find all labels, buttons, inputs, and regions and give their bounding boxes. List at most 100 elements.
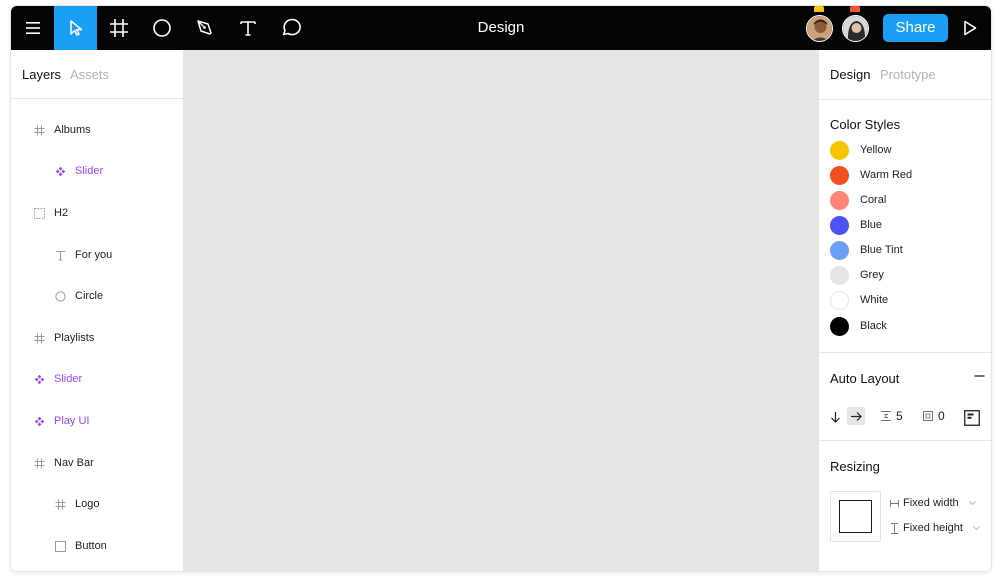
color-swatch: [830, 190, 849, 210]
color-style-label: Grey: [860, 269, 884, 281]
tab-layers[interactable]: Layers: [22, 67, 61, 82]
toolbar: Design Share: [11, 6, 991, 50]
presence-indicator: [850, 6, 860, 12]
ellipse-icon: [54, 290, 66, 302]
color-style-label: Blue: [860, 219, 883, 231]
layer-label: For you: [75, 249, 113, 261]
layer-label: Button: [75, 540, 107, 552]
padding-value: 0: [938, 409, 945, 423]
frame-icon[interactable]: [97, 6, 140, 50]
spacing-control[interactable]: 5: [880, 409, 903, 423]
resize-width-dropdown[interactable]: Fixed width: [890, 495, 976, 511]
layer-item[interactable]: Playlists: [33, 328, 94, 348]
resizing-title: Resizing: [830, 459, 880, 474]
layer-item[interactable]: For you: [54, 245, 112, 265]
component-icon: [33, 415, 45, 427]
comment-icon[interactable]: [269, 6, 312, 50]
resizing-preview: [830, 491, 881, 542]
color-style-label: Yellow: [860, 144, 892, 156]
color-style-label: Coral: [860, 194, 887, 206]
file-title: Design: [477, 19, 525, 36]
color-style-item[interactable]: Coral: [830, 190, 886, 210]
menu-icon[interactable]: [11, 6, 54, 50]
color-style-label: Warm Red: [860, 169, 913, 181]
rectangle-icon: [54, 540, 66, 552]
layer-label: Slider: [75, 165, 104, 177]
frame-icon: [33, 332, 45, 344]
color-style-item[interactable]: Yellow: [830, 140, 891, 160]
text-icon[interactable]: [226, 6, 269, 50]
alignment-icon[interactable]: [964, 410, 980, 426]
presence-indicator: [814, 6, 824, 12]
left-panel-tabs: Layers Assets: [11, 50, 183, 99]
pen-icon[interactable]: [183, 6, 226, 50]
resize-height-label: Fixed height: [903, 522, 963, 534]
color-swatch: [830, 265, 849, 285]
layer-item[interactable]: Albums: [33, 120, 91, 140]
color-style-item[interactable]: Blue: [830, 215, 882, 235]
direction-horizontal-icon[interactable]: [847, 407, 865, 425]
layer-item[interactable]: Circle: [54, 286, 103, 306]
color-swatch: [830, 165, 849, 185]
color-style-item[interactable]: White: [830, 290, 888, 310]
layer-label: H2: [54, 207, 69, 219]
design-canvas[interactable]: [184, 50, 818, 571]
layer-label: Playlists: [54, 332, 95, 344]
layer-label: Play UI: [54, 415, 90, 427]
text-icon: [54, 249, 66, 261]
tab-assets[interactable]: Assets: [70, 67, 109, 82]
layers-panel: Layers Assets Albums Slider H2 For you C…: [11, 50, 184, 571]
chevron-down-icon: [973, 525, 980, 531]
resize-width-label: Fixed width: [903, 497, 959, 509]
color-styles-title: Color Styles: [830, 117, 901, 132]
direction-vertical-icon[interactable]: [830, 411, 841, 423]
layer-label: Logo: [75, 498, 100, 510]
color-style-item[interactable]: Grey: [830, 265, 884, 285]
group-icon: [33, 207, 45, 219]
layer-item[interactable]: Play UI: [33, 411, 89, 431]
layer-item[interactable]: H2: [33, 203, 68, 223]
divider: [819, 352, 991, 353]
frame-icon: [33, 124, 45, 136]
padding-icon: [922, 410, 934, 422]
spacing-icon: [880, 410, 892, 422]
color-swatch: [830, 215, 849, 235]
layer-label: Circle: [75, 290, 104, 302]
layer-label: Slider: [54, 373, 83, 385]
color-style-item[interactable]: Blue Tint: [830, 240, 903, 260]
color-style-label: Blue Tint: [860, 244, 903, 256]
color-swatch: [830, 316, 849, 336]
component-icon: [54, 165, 66, 177]
layer-label: Albums: [54, 124, 91, 136]
chevron-down-icon: [968, 500, 976, 506]
color-style-label: White: [860, 294, 889, 306]
properties-panel: Design Prototype Color Styles Yellow War…: [818, 50, 991, 571]
move-cursor-icon[interactable]: [54, 6, 97, 50]
ellipse-icon[interactable]: [140, 6, 183, 50]
layer-item[interactable]: Nav Bar: [33, 453, 94, 473]
divider: [819, 99, 991, 100]
remove-auto-layout-icon[interactable]: [974, 370, 985, 382]
share-button[interactable]: Share: [883, 14, 948, 42]
layer-item[interactable]: Slider: [54, 161, 103, 181]
auto-layout-title: Auto Layout: [830, 371, 900, 386]
color-swatch: [830, 140, 849, 160]
padding-control[interactable]: 0: [922, 409, 945, 423]
horizontal-resize-icon: [890, 499, 899, 508]
layer-item[interactable]: Slider: [33, 369, 82, 389]
avatar[interactable]: [842, 15, 869, 42]
color-swatch: [830, 240, 849, 260]
color-style-item[interactable]: Black: [830, 316, 887, 336]
color-style-item[interactable]: Warm Red: [830, 165, 912, 185]
divider: [819, 440, 991, 441]
component-icon: [33, 373, 45, 385]
vertical-resize-icon: [890, 522, 899, 534]
resize-height-dropdown[interactable]: Fixed height: [890, 520, 980, 536]
present-play-icon[interactable]: [956, 6, 984, 50]
frame-icon: [54, 498, 66, 510]
layer-item[interactable]: Logo: [54, 494, 99, 514]
layer-item[interactable]: Button: [54, 536, 107, 556]
tab-prototype[interactable]: Prototype: [880, 67, 936, 82]
tab-design[interactable]: Design: [830, 67, 870, 82]
avatar[interactable]: [806, 15, 833, 42]
